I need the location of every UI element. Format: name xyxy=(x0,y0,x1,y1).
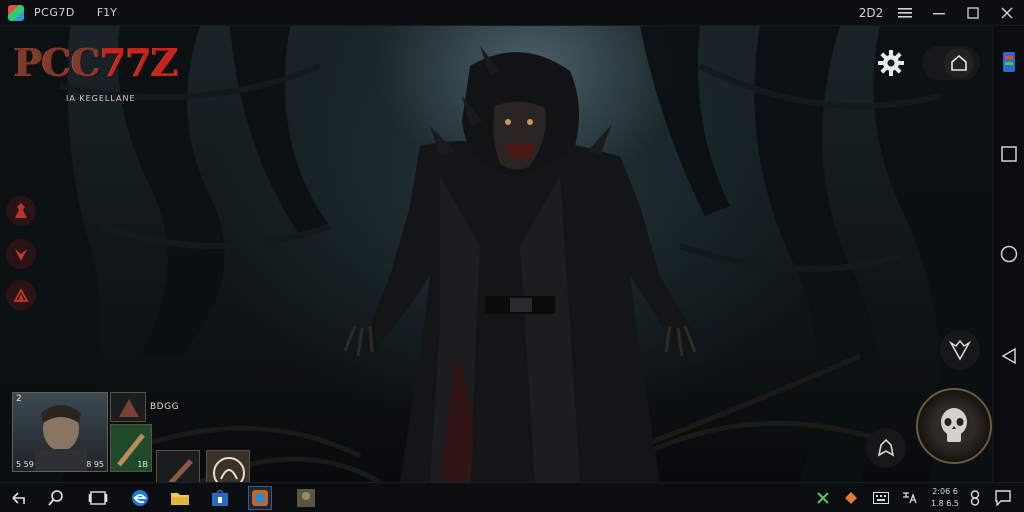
sync-icon xyxy=(970,490,980,506)
language-tray-icon[interactable] xyxy=(900,489,918,507)
notification-icon xyxy=(995,490,1011,506)
clock-time: 2:06 6 xyxy=(932,487,958,496)
portrait-index: 2 xyxy=(16,394,22,404)
sync-tray-icon[interactable] xyxy=(966,489,984,507)
keyboard-icon xyxy=(873,492,889,504)
triangle-back-icon xyxy=(1001,347,1016,365)
slot-1-count: 1B xyxy=(137,460,148,469)
system-clock[interactable]: 2:06 6 1.8 6.5 xyxy=(928,486,962,510)
circle-home-icon xyxy=(1000,245,1018,263)
item-icon xyxy=(119,399,139,417)
hamburger-menu-icon[interactable] xyxy=(888,0,922,26)
portrait-level: 8 95 xyxy=(86,460,104,469)
recent-apps-icon xyxy=(1001,146,1017,162)
dagger-icon xyxy=(168,459,193,482)
search-button[interactable] xyxy=(44,486,68,510)
item-name: BDGG xyxy=(150,402,180,412)
title-bar: PCG7D F1Y 2D2 xyxy=(0,0,1024,26)
notification-button[interactable] xyxy=(994,489,1012,507)
network-icon xyxy=(817,492,829,504)
inventory-slot-3[interactable] xyxy=(206,450,250,482)
character-app-icon xyxy=(297,489,315,507)
inventory-slot-2[interactable]: 18 xyxy=(156,450,200,482)
task-view-button[interactable] xyxy=(86,486,110,510)
orange-app-icon xyxy=(845,492,857,504)
game-logo-subtitle: IA KEGELLANE xyxy=(66,94,136,103)
ability-icon xyxy=(213,457,245,482)
portrait-count: 5 59 xyxy=(16,460,34,469)
network-tray-icon[interactable] xyxy=(814,489,832,507)
app-logo-icon xyxy=(8,4,24,21)
phone-home-button[interactable] xyxy=(993,238,1024,270)
right-toolbar xyxy=(992,26,1024,482)
camp-icon xyxy=(13,288,29,302)
minimize-icon[interactable] xyxy=(922,0,956,26)
side-button-shield[interactable] xyxy=(6,239,36,269)
skill-button[interactable] xyxy=(866,428,906,468)
side-button-character[interactable] xyxy=(6,196,36,226)
folder-button[interactable] xyxy=(168,486,192,510)
item-thumbnail[interactable] xyxy=(110,392,146,422)
character-app-button[interactable] xyxy=(294,486,318,510)
back-button[interactable] xyxy=(6,486,30,510)
gear-icon xyxy=(878,50,904,76)
shield-icon xyxy=(15,249,27,261)
game-viewport[interactable]: PCC77Z IA KEGELLANE 2 5 59 8 95 BDGG 1B xyxy=(0,26,992,482)
maximize-icon[interactable] xyxy=(956,0,990,26)
taskbar: 2:06 6 1.8 6.5 xyxy=(0,482,1024,512)
search-icon xyxy=(48,490,63,506)
home-icon xyxy=(951,54,967,71)
phone-back-button[interactable] xyxy=(993,340,1024,372)
skill-icon xyxy=(877,438,895,457)
folder-icon xyxy=(171,493,189,505)
emblem-button[interactable] xyxy=(940,330,980,370)
window-extra-label[interactable]: 2D2 xyxy=(854,0,888,26)
settings-button[interactable] xyxy=(874,46,908,80)
game-app-button[interactable] xyxy=(248,486,272,510)
game-logo-text: PCC77Z xyxy=(14,40,179,85)
inventory-slot-1[interactable]: 1B xyxy=(110,424,152,472)
recent-apps-button[interactable] xyxy=(993,138,1024,170)
game-app-icon xyxy=(252,490,268,506)
clock-date: 1.8 6.5 xyxy=(931,499,959,508)
game-logo: PCC77Z IA KEGELLANE xyxy=(14,40,179,103)
attack-button[interactable] xyxy=(916,388,992,464)
character-portrait[interactable]: 2 5 59 8 95 xyxy=(12,392,108,472)
back-arrow-icon xyxy=(12,492,25,504)
app-drawer-icon xyxy=(1003,52,1015,72)
app-tray-icon[interactable] xyxy=(842,489,860,507)
browser-button[interactable] xyxy=(128,486,152,510)
language-icon xyxy=(903,492,917,504)
task-view-icon xyxy=(88,491,108,505)
close-icon[interactable] xyxy=(990,0,1024,26)
browser-icon xyxy=(132,490,148,506)
store-button[interactable] xyxy=(208,486,232,510)
skull-icon xyxy=(941,408,967,442)
emblem-icon xyxy=(948,339,972,361)
app-drawer-button[interactable] xyxy=(993,46,1024,78)
keyboard-tray-icon[interactable] xyxy=(872,489,890,507)
store-icon xyxy=(212,489,228,506)
game-scene xyxy=(0,26,992,482)
side-button-camp[interactable] xyxy=(6,280,36,310)
home-button[interactable] xyxy=(922,46,980,80)
game-logo-prefix: PCC xyxy=(14,40,101,85)
window-title: PCG7D xyxy=(34,6,75,19)
character-icon xyxy=(15,203,27,218)
app-menu[interactable]: F1Y xyxy=(97,6,117,19)
game-logo-highlight: 77Z xyxy=(100,40,179,85)
